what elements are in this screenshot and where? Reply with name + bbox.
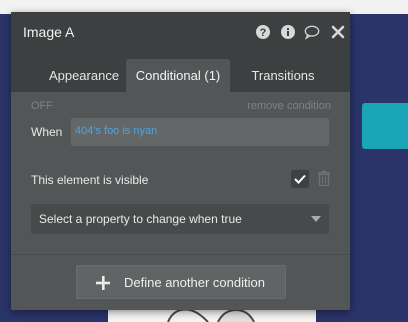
condition-expression-field[interactable]: 404's foo is nyan [71,118,329,146]
tab-transitions[interactable]: Transitions [241,59,325,92]
chevron-down-icon [311,216,321,222]
remove-condition-link[interactable]: remove condition [247,100,331,112]
condition-expression[interactable]: 404's foo is nyan [75,125,157,137]
property-editor-panel: Image A ? Appearance Conditional (1) Tra… [11,12,350,310]
define-another-condition-button[interactable]: Define another condition [76,265,286,299]
tab-conditional-label: Conditional (1) [135,68,221,83]
tab-bar: Appearance Conditional (1) Transitions [11,52,350,92]
info-icon[interactable] [280,24,296,40]
canvas-teal-element[interactable] [362,103,408,149]
visible-checkbox[interactable] [291,170,309,188]
svg-text:?: ? [260,27,267,39]
condition-state-label[interactable]: OFF [31,100,53,112]
property-select-dropdown[interactable]: Select a property to change when true [31,204,329,234]
tab-appearance-label: Appearance [48,68,120,83]
when-label: When [31,125,63,139]
trash-icon[interactable] [317,170,331,187]
plus-icon [96,276,110,290]
footer-divider [11,254,350,255]
comment-icon[interactable] [304,24,320,40]
tab-conditional[interactable]: Conditional (1) [126,59,230,92]
visible-property-label: This element is visible [31,173,149,187]
tab-transitions-label: Transitions [251,68,315,83]
help-icon[interactable]: ? [255,24,271,40]
condition-header-row: OFF remove condition [31,100,331,114]
panel-header[interactable]: Image A ? [11,12,350,52]
checkmark-icon [294,174,306,184]
define-another-condition-label: Define another condition [124,275,265,290]
close-icon[interactable] [330,24,346,40]
property-select-placeholder: Select a property to change when true [39,212,242,226]
panel-title: Image A [23,24,75,40]
tab-appearance[interactable]: Appearance [30,59,138,92]
